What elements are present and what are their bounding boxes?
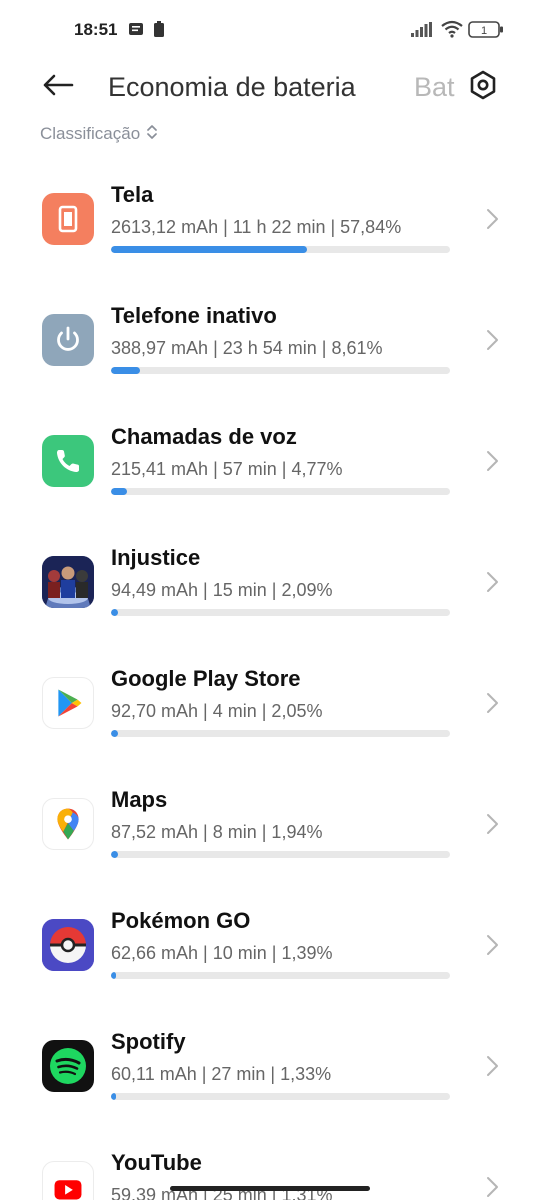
sort-label: Classificação [40,124,141,143]
app-name: Injustice [111,545,201,570]
usage-bar [111,246,450,253]
list-item-injustice[interactable]: Injustice 94,49 mAh | 15 min | 2,09% [0,523,540,644]
app-stats: 2613,12 mAh | 11 h 22 min | 57,84% [111,217,402,237]
app-stats: 62,66 mAh | 10 min | 1,39% [111,943,333,963]
sort-chevrons-icon [146,124,158,145]
usage-bar-fill [111,972,116,979]
chevron-right-icon [484,571,500,593]
screen-icon [42,193,94,245]
app-name: Pokémon GO [111,908,251,933]
notification-icon [128,22,144,42]
back-arrow-icon [42,74,74,101]
app-stats: 60,11 mAh | 27 min | 1,33% [111,1064,332,1084]
youtube-icon [42,1161,94,1200]
injustice-app-icon [42,556,94,608]
usage-bar [111,851,450,858]
app-stats: 87,52 mAh | 8 min | 1,94% [111,822,323,842]
app-name: Maps [111,787,168,812]
list-item-tela[interactable]: Tela 2613,12 mAh | 11 h 22 min | 57,84% [0,160,540,281]
chevron-right-icon [484,329,500,351]
app-name: Telefone inativo [111,303,277,328]
chevron-right-icon [484,934,500,956]
app-name: Google Play Store [111,666,301,691]
usage-bar-fill [111,367,141,374]
app-stats: 388,97 mAh | 23 h 54 min | 8,61% [111,338,383,358]
gear-icon [469,70,497,105]
list-item-google-play-store[interactable]: Google Play Store 92,70 mAh | 4 min | 2,… [0,644,540,765]
app-name: Tela [111,182,154,207]
list-item-chamadas-de-voz[interactable]: Chamadas de voz 215,41 mAh | 57 min | 4,… [0,402,540,523]
usage-bar-fill [111,1093,116,1100]
usage-bar [111,972,450,979]
back-button[interactable] [36,70,80,104]
usage-bar [111,1093,450,1100]
usage-bar-fill [111,851,118,858]
chevron-right-icon [484,208,500,230]
settings-button[interactable] [464,68,502,106]
app-name: Spotify [111,1029,186,1054]
play-store-icon [42,677,94,729]
signal-icon [411,22,433,42]
page-title: Economia de bateria [108,72,356,102]
header: Economia de bateria Bat [0,60,540,116]
battery-usage-list: Tela 2613,12 mAh | 11 h 22 min | 57,84% … [0,160,540,1200]
chevron-right-icon [484,692,500,714]
maps-icon [42,798,94,850]
sort-selector[interactable]: Classificação [40,122,158,146]
usage-bar [111,367,450,374]
power-icon [42,314,94,366]
usage-bar-fill [111,730,118,737]
usage-bar [111,730,450,737]
usage-bar [111,488,450,495]
home-indicator[interactable] [170,1186,370,1191]
status-time: 18:51 [74,20,118,39]
chevron-right-icon [484,813,500,835]
list-item-spotify[interactable]: Spotify 60,11 mAh | 27 min | 1,33% [0,1007,540,1128]
phone-icon [42,435,94,487]
chevron-right-icon [484,450,500,472]
battery-small-icon [154,21,164,42]
spotify-icon [42,1040,94,1092]
app-name: Chamadas de voz [111,424,297,449]
list-item-pokemon-go[interactable]: Pokémon GO 62,66 mAh | 10 min | 1,39% [0,886,540,1007]
pokeball-icon [42,919,94,971]
app-stats: 215,41 mAh | 57 min | 4,77% [111,459,343,479]
app-name: YouTube [111,1150,202,1175]
status-bar: 18:51 1 [0,0,540,60]
wifi-icon [440,20,464,43]
list-item-maps[interactable]: Maps 87,52 mAh | 8 min | 1,94% [0,765,540,886]
app-stats: 94,49 mAh | 15 min | 2,09% [111,580,333,600]
tab-next[interactable]: Bat [414,72,458,103]
chevron-right-icon [484,1176,500,1198]
usage-bar-fill [111,609,119,616]
list-item-telefone-inativo[interactable]: Telefone inativo 388,97 mAh | 23 h 54 mi… [0,281,540,402]
chevron-right-icon [484,1055,500,1077]
app-stats: 92,70 mAh | 4 min | 2,05% [111,701,323,721]
battery-icon: 1 [468,21,504,43]
usage-bar-fill [111,488,128,495]
usage-bar [111,609,450,616]
battery-level-text: 1 [481,25,487,37]
usage-bar-fill [111,246,308,253]
